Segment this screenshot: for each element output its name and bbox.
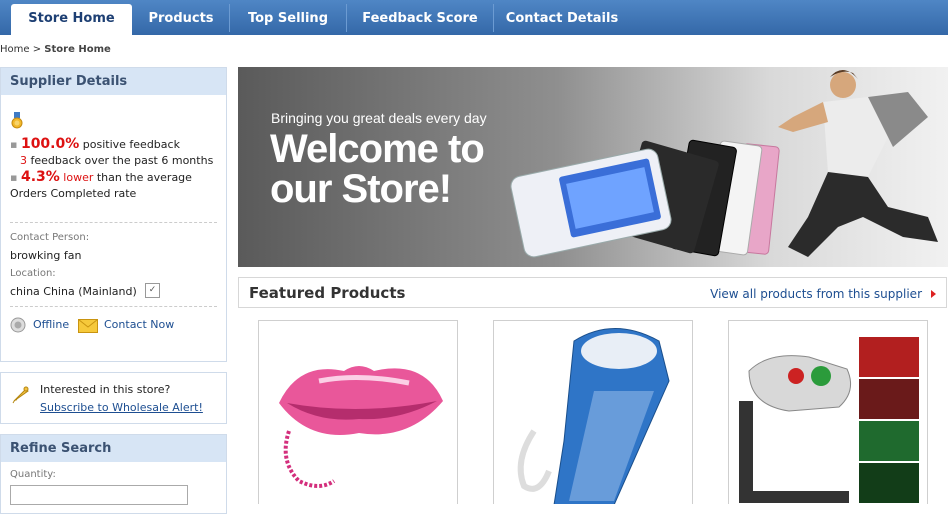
tab-feedback-score[interactable]: Feedback Score [347,4,493,35]
alert-question: Interested in this store? [40,383,171,396]
banner-tagline: Bringing you great deals every day [271,110,487,126]
feedback-period: feedback over the past 6 months [30,154,214,167]
banner-products-image [510,69,938,258]
feedback-count: 3 [20,154,27,167]
wholesale-alert-panel: Interested in this store? Subscribe to W… [0,372,227,424]
location-label: Location: [10,268,56,279]
location-value: china China (Mainland) [10,285,137,298]
subscribe-alert-link[interactable]: Subscribe to Wholesale Alert! [40,401,203,414]
feedback-stats: ▪ 100.0% positive feedback 3 feedback ov… [10,136,214,200]
arrow-right-icon [931,290,936,298]
offline-status: Offline [33,318,70,331]
quantity-label: Quantity: [10,469,56,480]
tab-top-selling[interactable]: Top Selling [230,4,346,35]
supplier-details-panel: Supplier Details ▪ 100.0% positive feedb… [0,67,227,362]
breadcrumb-home[interactable]: Home [0,44,30,55]
orders-lower-label: lower [63,171,94,184]
refine-search-panel: Refine Search Quantity: [0,434,227,514]
product-thumbnail[interactable] [493,320,693,504]
banner-headline-line1: Welcome to [270,127,485,171]
divider [10,306,217,307]
tab-store-home[interactable]: Store Home [11,4,132,35]
contact-person-value: browking fan [10,249,82,262]
feedback-percentage: 100.0% [20,136,80,152]
welcome-banner: Bringing you great deals every day Welco… [238,67,948,267]
contact-now-link[interactable]: Contact Now [104,318,174,331]
breadcrumb-separator: > [32,44,42,55]
banner-headline-line2: our Store! [270,167,452,211]
supplier-details-title: Supplier Details [1,68,226,95]
top-navigation: Store Home Products Top Selling Feedback… [0,0,948,35]
flag-icon: ✓ [145,283,160,298]
tab-contact-details[interactable]: Contact Details [494,4,630,35]
medal-icon [11,112,23,134]
refine-search-title: Refine Search [1,435,226,462]
tab-products[interactable]: Products [133,4,229,35]
breadcrumb: Home > Store Home [0,44,111,55]
contact-person-label: Contact Person: [10,232,90,243]
offline-status-icon [10,317,26,337]
featured-products-title: Featured Products [249,284,406,302]
laser-light-image [739,337,919,503]
lips-phone-image [279,366,443,488]
blue-phone-image [517,328,670,504]
featured-products-header: Featured Products View all products from… [238,277,947,308]
product-thumbnail[interactable] [258,320,458,504]
view-all-products-link[interactable]: View all products from this supplier [710,287,922,301]
product-thumbnail[interactable] [728,320,928,504]
bell-icon [10,385,32,411]
breadcrumb-current: Store Home [44,44,111,55]
envelope-icon[interactable] [78,318,98,337]
banner-headline: Welcome to our Store! [270,127,485,211]
divider [10,222,217,223]
orders-percentage: 4.3% [20,169,60,185]
feedback-label: positive feedback [82,138,180,151]
quantity-input[interactable] [10,485,188,505]
